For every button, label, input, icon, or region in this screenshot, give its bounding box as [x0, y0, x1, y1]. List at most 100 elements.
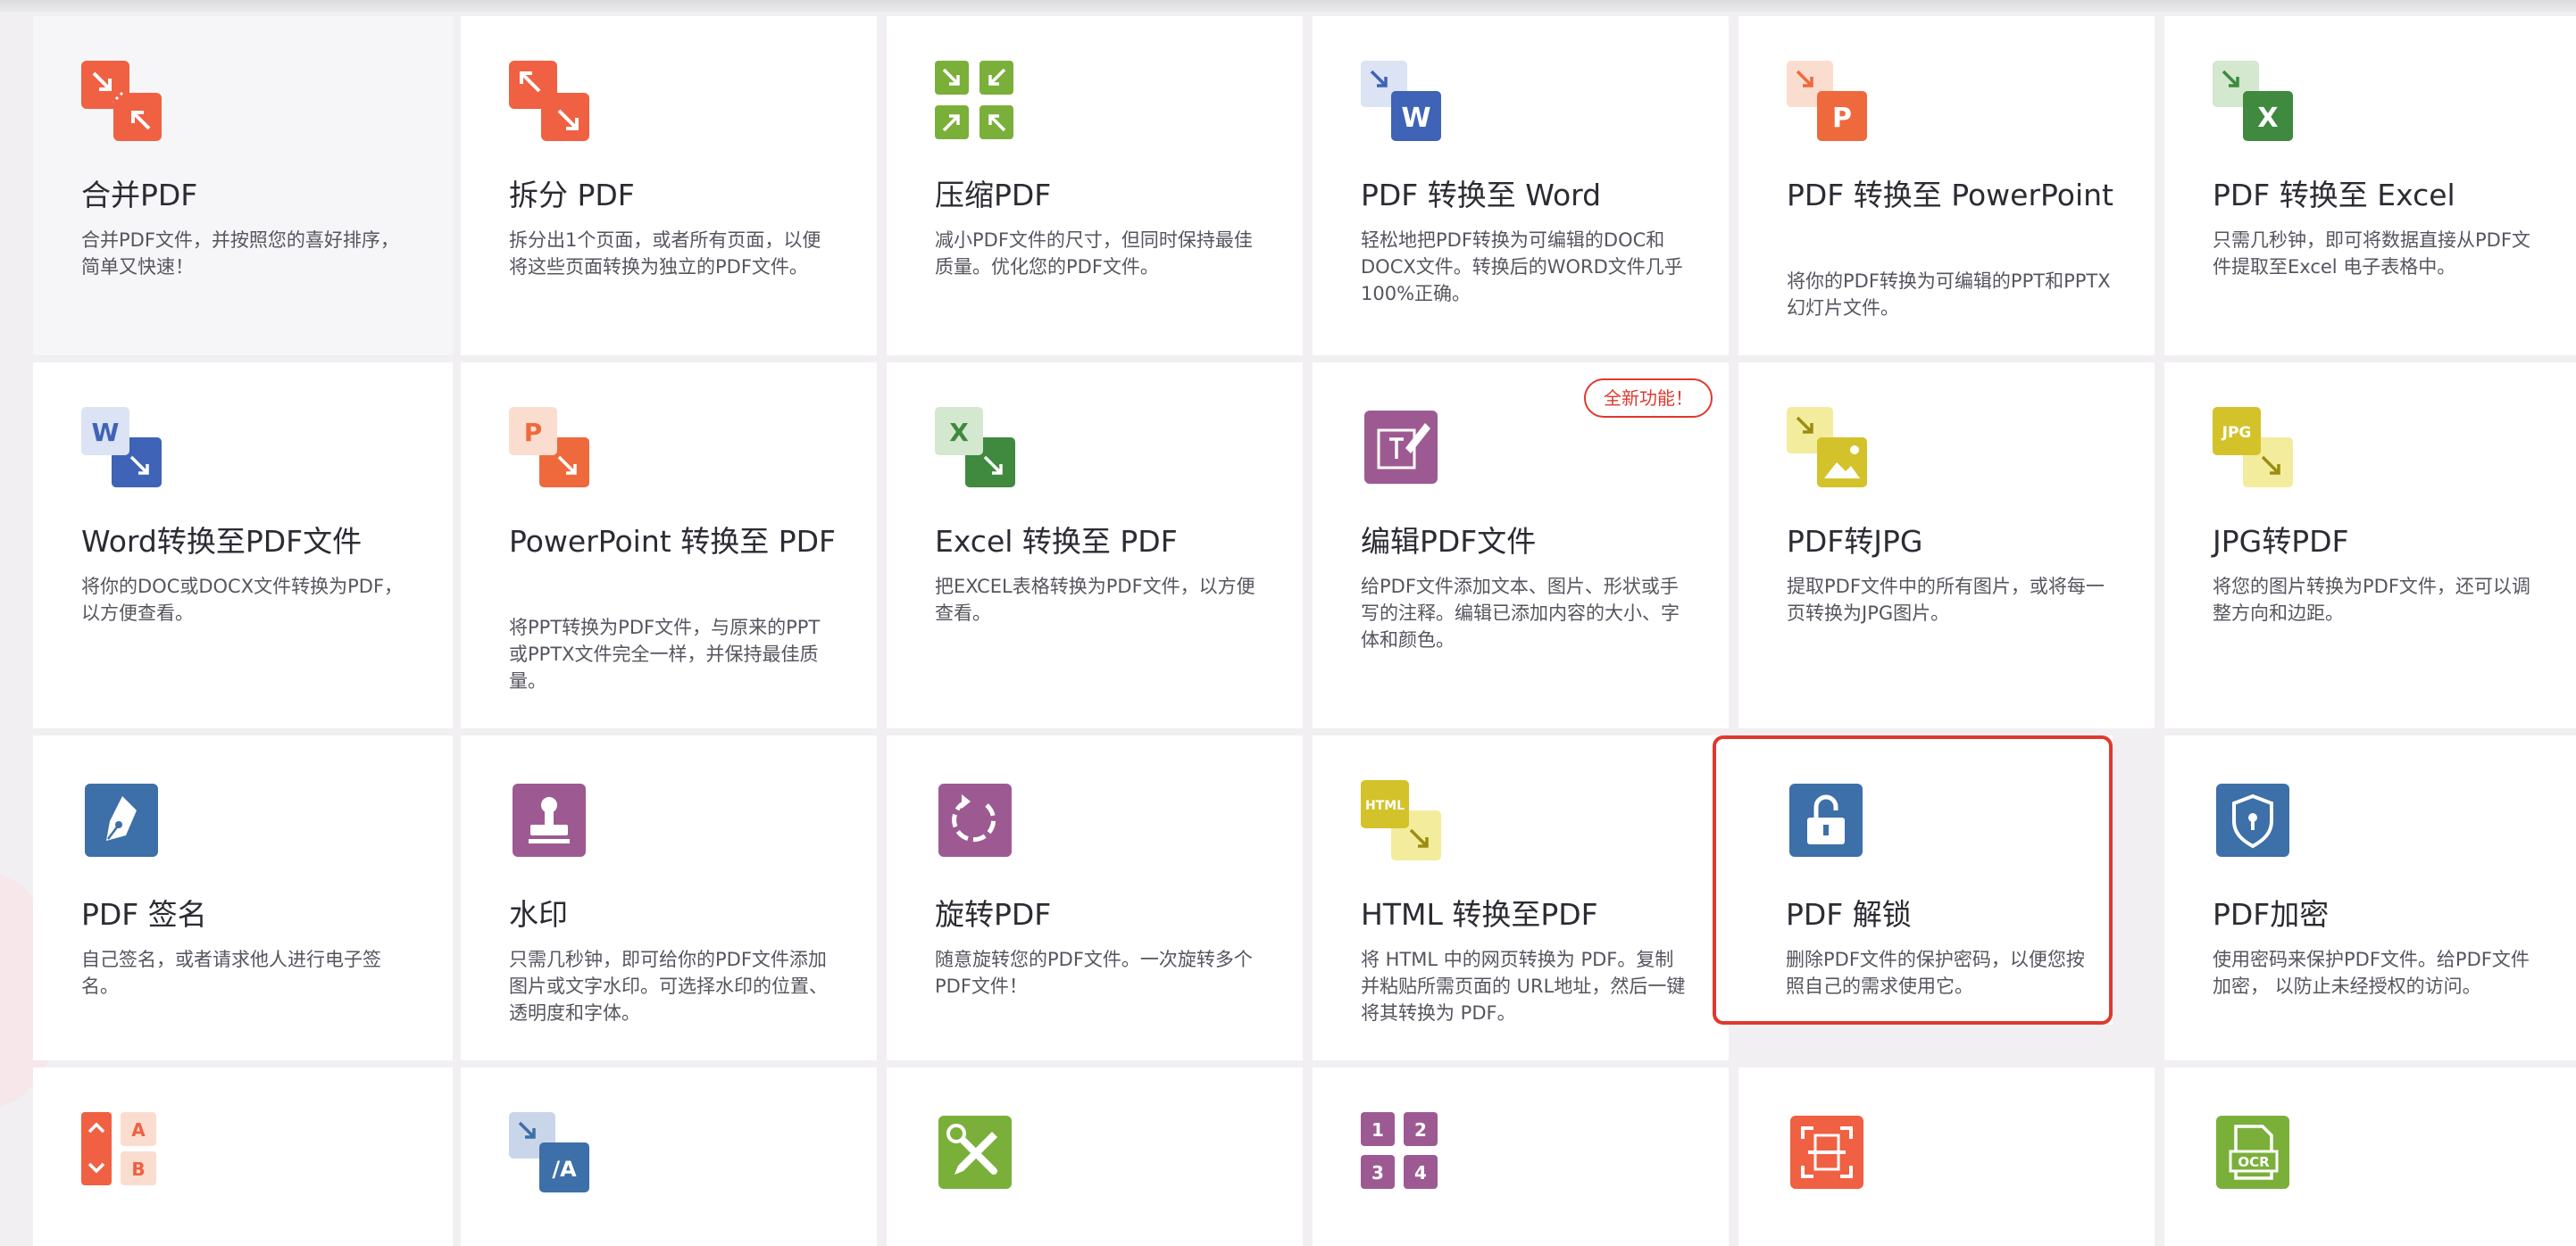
tool-card-jpg-to-pdf[interactable]: JPG JPG转PDF 将您的图片转换为PDF文件，还可以调整方向和边距。	[2164, 362, 2576, 728]
organize-pages-icon: A B	[81, 1112, 162, 1192]
tool-card-ocr-pdf[interactable]: OCR	[2164, 1067, 2576, 1246]
tool-title: Excel 转换至 PDF	[935, 524, 1178, 559]
ocr-label: OCR	[2238, 1154, 2270, 1170]
pdfa-icon: /A	[509, 1112, 589, 1192]
compress-icon	[935, 61, 1015, 141]
tool-description: 把EXCEL表格转换为PDF文件，以方便查看。	[935, 576, 1255, 624]
excel-letter: X	[2257, 103, 2278, 134]
tool-description: 只需几秒钟，即可给你的PDF文件添加图片或文字水印。可选择水印的位置、透明度和字…	[509, 949, 828, 1024]
powerpoint-letter: P	[524, 418, 543, 447]
tool-card-organize-pdf[interactable]: A B	[33, 1067, 453, 1246]
ocr-icon: OCR	[2213, 1112, 2293, 1192]
tool-card-rotate-pdf[interactable]: 旋转PDF 随意旋转您的PDF文件。一次旋转多个PDF文件！	[887, 735, 1303, 1060]
protect-shield-icon	[2213, 780, 2293, 860]
tool-description: 随意旋转您的PDF文件。一次旋转多个PDF文件！	[935, 949, 1253, 997]
edit-pdf-icon	[1361, 407, 1441, 487]
pdf-to-excel-icon: X	[2213, 61, 2293, 141]
tool-description: 使用密码来保护PDF文件。给PDF文件加密， 以防止未经授权的访问。	[2213, 949, 2530, 997]
letter-a: A	[131, 1119, 146, 1141]
tool-description: 拆分出1个页面，或者所有页面，以便将这些页面转换为独立的PDF文件。	[509, 229, 821, 278]
pdf-to-powerpoint-icon: P	[1787, 61, 1867, 141]
html-label: HTML	[1365, 799, 1405, 813]
letter-b: B	[131, 1159, 145, 1180]
tool-card-repair-pdf[interactable]	[887, 1067, 1303, 1246]
tool-description: 自己签名，或者请求他人进行电子签名。	[81, 949, 381, 997]
tool-card-sign-pdf[interactable]: PDF 签名 自己签名，或者请求他人进行电子签名。	[33, 735, 453, 1060]
tool-title: PDF 签名	[81, 897, 207, 932]
merge-icon	[81, 61, 162, 141]
tool-card-pdf-to-jpg[interactable]: PDF转JPG 提取PDF文件中的所有图片，或将每一页转换为JPG图片。	[1738, 362, 2155, 728]
tool-description: 将你的PDF转换为可编辑的PPT和PPTX幻灯片文件。	[1787, 270, 2111, 319]
tool-card-split-pdf[interactable]: 拆分 PDF 拆分出1个页面，或者所有页面，以便将这些页面转换为独立的PDF文件…	[461, 16, 877, 355]
tool-description: 删除PDF文件的保护密码，以便您按照自己的需求使用它。	[1786, 949, 2085, 997]
tool-description: 将你的DOC或DOCX文件转换为PDF，以方便查看。	[81, 576, 404, 624]
tool-card-protect-pdf[interactable]: PDF加密 使用密码来保护PDF文件。给PDF文件加密， 以防止未经授权的访问。	[2164, 735, 2576, 1060]
sign-pen-icon	[81, 780, 162, 860]
tool-title: 合并PDF	[81, 178, 198, 212]
tool-card-watermark[interactable]: 水印 只需几秒钟，即可给你的PDF文件添加图片或文字水印。可选择水印的位置、透明…	[461, 735, 877, 1060]
page-numbers-icon: 1 2 3 4	[1361, 1112, 1441, 1192]
tool-title: 编辑PDF文件	[1361, 524, 1537, 559]
tool-title: 拆分 PDF	[509, 178, 635, 212]
tool-description: 将PPT转换为PDF文件，与原来的PPT或PPTX文件完全一样，并保持最佳质量。	[509, 617, 821, 692]
tool-description: 将 HTML 中的网页转换为 PDF。复制并粘贴所需页面的 URL地址，然后一键…	[1361, 949, 1686, 1024]
tool-card-pdf-to-pdfa[interactable]: /A	[461, 1067, 877, 1246]
number-2: 2	[1414, 1119, 1427, 1141]
tool-description: 只需几秒钟，即可将数据直接从PDF文件提取至Excel 电子表格中。	[2213, 229, 2530, 278]
tool-description: 提取PDF文件中的所有图片，或将每一页转换为JPG图片。	[1787, 576, 2105, 624]
split-icon	[509, 61, 589, 141]
tool-card-pdf-to-powerpoint[interactable]: P PDF 转换至 PowerPoint 将你的PDF转换为可编辑的PPT和PP…	[1738, 16, 2155, 355]
tool-card-pdf-to-word[interactable]: W PDF 转换至 Word 轻松地把PDF转换为可编辑的DOC和DOCX文件。…	[1313, 16, 1729, 355]
tool-description: 合并PDF文件，并按照您的喜好排序，简单又快速！	[81, 229, 399, 278]
number-1: 1	[1371, 1119, 1384, 1141]
jpg-to-pdf-icon: JPG	[2213, 407, 2293, 487]
tool-title: 压缩PDF	[935, 178, 1052, 212]
tool-card-pdf-to-excel[interactable]: X PDF 转换至 Excel 只需几秒钟，即可将数据直接从PDF文件提取至Ex…	[2164, 16, 2576, 355]
tool-description: 将您的图片转换为PDF文件，还可以调整方向和边距。	[2213, 576, 2530, 624]
number-4: 4	[1414, 1162, 1427, 1184]
unlock-icon	[1786, 780, 1866, 860]
repair-tools-icon	[935, 1112, 1015, 1192]
tool-title: 水印	[509, 897, 568, 932]
tool-title: PowerPoint 转换至 PDF	[509, 524, 836, 559]
tool-card-unlock-pdf[interactable]: PDF 解锁 删除PDF文件的保护密码，以便您按照自己的需求使用它。	[1713, 735, 2113, 1025]
number-3: 3	[1371, 1162, 1384, 1184]
tool-title: 旋转PDF	[935, 897, 1052, 932]
watermark-stamp-icon	[509, 780, 589, 860]
tool-title: PDF 转换至 Word	[1361, 178, 1602, 212]
tool-title: PDF转JPG	[1787, 524, 1923, 559]
new-feature-badge: 全新功能！	[1584, 378, 1713, 418]
tool-description: 轻松地把PDF转换为可编辑的DOC和DOCX文件。转换后的WORD文件几乎100…	[1361, 229, 1683, 304]
tool-card-compress-pdf[interactable]: 压缩PDF 减小PDF文件的尺寸，但同时保持最佳质量。优化您的PDF文件。	[887, 16, 1303, 355]
tool-title: JPG转PDF	[2213, 524, 2349, 559]
html-to-pdf-icon: HTML	[1361, 780, 1441, 860]
tool-title: PDF 转换至 Excel	[2213, 178, 2455, 212]
tool-title: PDF 解锁	[1786, 897, 1912, 932]
word-to-pdf-icon: W	[81, 407, 162, 487]
tool-card-merge-pdf[interactable]: 合并PDF 合并PDF文件，并按照您的喜好排序，简单又快速！	[33, 16, 453, 355]
tool-card-html-to-pdf[interactable]: HTML HTML 转换至PDF 将 HTML 中的网页转换为 PDF。复制并粘…	[1313, 735, 1729, 1060]
pdf-to-word-icon: W	[1361, 61, 1441, 141]
word-letter: W	[1401, 103, 1430, 134]
excel-to-pdf-icon: X	[935, 407, 1015, 487]
powerpoint-letter: P	[1832, 103, 1852, 134]
tool-card-excel-to-pdf[interactable]: X Excel 转换至 PDF 把EXCEL表格转换为PDF文件，以方便查看。	[887, 362, 1303, 728]
tool-card-scan-pdf[interactable]	[1738, 1067, 2155, 1246]
rotate-icon	[935, 780, 1015, 860]
tool-card-edit-pdf[interactable]: 全新功能！ 编辑PDF文件 给PDF文件添加文本、图片、形状或手写的注释。编辑已…	[1313, 362, 1729, 728]
word-letter: W	[92, 418, 120, 447]
pdf-to-jpg-icon	[1787, 407, 1867, 487]
tool-title: PDF 转换至 PowerPoint	[1787, 178, 2113, 212]
tool-title: Word转换至PDF文件	[81, 524, 363, 559]
tool-description: 减小PDF文件的尺寸，但同时保持最佳质量。优化您的PDF文件。	[935, 229, 1253, 278]
tools-grid: 合并PDF 合并PDF文件，并按照您的喜好排序，简单又快速！ 拆分 PDF 拆分…	[0, 0, 2576, 1246]
powerpoint-to-pdf-icon: P	[509, 407, 589, 487]
tool-title: HTML 转换至PDF	[1361, 897, 1598, 932]
tool-description: 给PDF文件添加文本、图片、形状或手写的注释。编辑已添加内容的大小、字体和颜色。	[1361, 576, 1680, 651]
tool-card-page-numbers[interactable]: 1 2 3 4	[1313, 1067, 1729, 1246]
tool-card-word-to-pdf[interactable]: W Word转换至PDF文件 将你的DOC或DOCX文件转换为PDF，以方便查看…	[33, 362, 453, 728]
excel-letter: X	[949, 418, 969, 447]
scan-icon	[1787, 1112, 1867, 1192]
tool-card-powerpoint-to-pdf[interactable]: P PowerPoint 转换至 PDF 将PPT转换为PDF文件，与原来的PP…	[461, 362, 877, 728]
pdfa-label: /A	[552, 1157, 577, 1182]
